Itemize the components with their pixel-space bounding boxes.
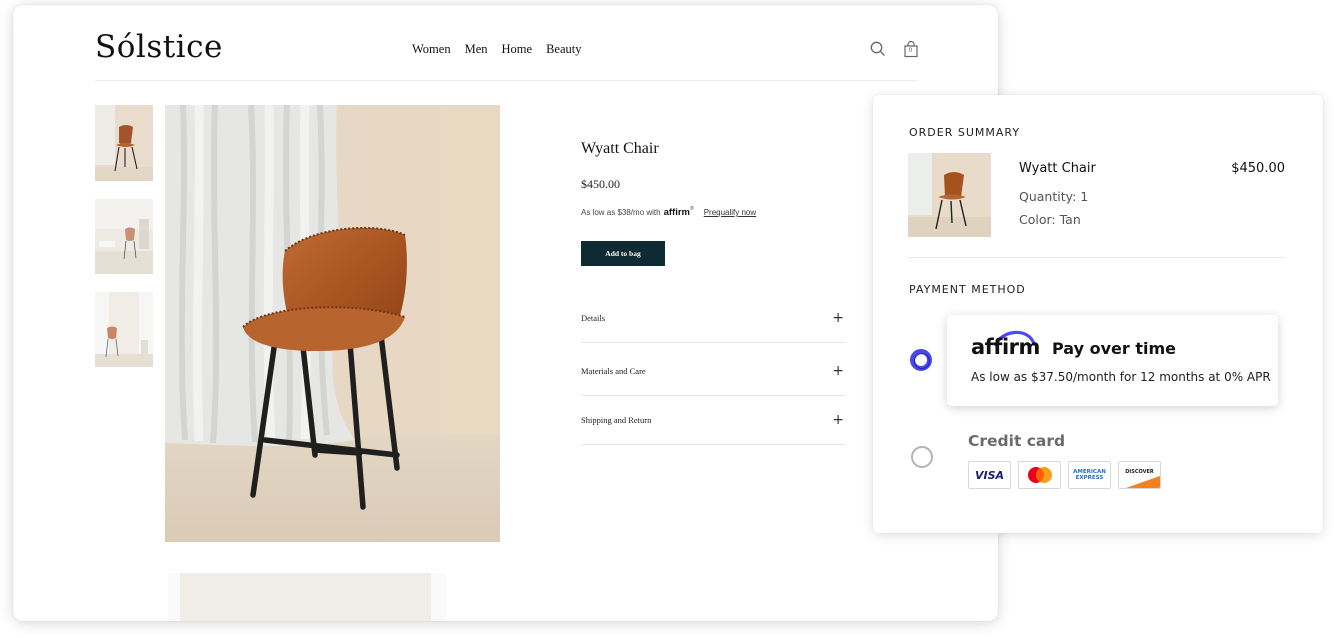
credit-card-radio[interactable]: [911, 446, 933, 468]
affirm-promo-text: As low as $38/mo with: [581, 208, 661, 217]
brand-logo[interactable]: Sólstice: [95, 29, 223, 65]
discover-card-icon: DISCOVER: [1118, 461, 1161, 489]
nav-item-beauty[interactable]: Beauty: [546, 42, 581, 57]
affirm-title: Pay over time: [1052, 339, 1176, 358]
order-item-price: $450.00: [1231, 161, 1285, 176]
nav-item-home[interactable]: Home: [502, 42, 533, 57]
mastercard-icon: [1018, 461, 1061, 489]
bag-count: 0: [908, 47, 913, 54]
main-nav: Women Men Home Beauty: [412, 42, 595, 57]
nav-item-women[interactable]: Women: [412, 42, 451, 57]
affirm-payment-option[interactable]: affirm Pay over time As low as $37.50/mo…: [947, 315, 1278, 406]
card-brands: VISA AMERICAN EXPRESS DISCOVER: [968, 461, 1161, 489]
affirm-logo-small: affirm: [663, 207, 690, 218]
plus-icon[interactable]: +: [832, 310, 846, 326]
discover-band-icon: [1126, 476, 1160, 488]
product-thumbnail-2[interactable]: [95, 199, 153, 274]
product-thumbnail-3[interactable]: [95, 292, 153, 367]
accordion-materials-and-care[interactable]: Materials and Care +: [581, 346, 846, 396]
accordion-details[interactable]: Details +: [581, 293, 846, 343]
plus-icon[interactable]: +: [832, 412, 846, 428]
accordion-label: Details: [581, 312, 606, 323]
product-main-image[interactable]: [165, 105, 500, 542]
order-item-color: Color: Tan: [1019, 212, 1081, 227]
affirm-logo: affirm: [971, 335, 1040, 359]
affirm-radio[interactable]: [910, 349, 932, 371]
product-price: $450.00: [581, 177, 620, 191]
prequalify-link[interactable]: Prequalify now: [704, 208, 756, 217]
affirm-description: As low as $37.50/month for 12 months at …: [971, 370, 1271, 384]
american-express-card-icon: AMERICAN EXPRESS: [1068, 461, 1111, 489]
visa-card-icon: VISA: [968, 461, 1011, 489]
nav-item-men[interactable]: Men: [465, 42, 488, 57]
product-thumbnail-1[interactable]: [95, 105, 153, 181]
product-image-secondary[interactable]: [168, 573, 446, 621]
shop-window: Sólstice Women Men Home Beauty 0 Wyatt C…: [13, 5, 998, 621]
payment-method-title: PAYMENT METHOD: [909, 283, 1026, 296]
add-to-bag-button[interactable]: Add to bag: [581, 241, 665, 266]
search-icon[interactable]: [869, 40, 887, 58]
accordion-label: Shipping and Return: [581, 414, 652, 425]
header-divider: [95, 80, 917, 81]
product-title: Wyatt Chair: [581, 140, 659, 157]
order-item-quantity: Quantity: 1: [1019, 189, 1089, 204]
order-summary-title: ORDER SUMMARY: [909, 126, 1021, 139]
plus-icon[interactable]: +: [832, 363, 846, 379]
accordion-shipping-and-return[interactable]: Shipping and Return +: [581, 395, 846, 445]
order-item-name: Wyatt Chair: [1019, 161, 1096, 176]
section-divider: [908, 257, 1286, 258]
shopping-bag-icon[interactable]: 0: [902, 40, 920, 58]
checkout-panel: ORDER SUMMARY Wyatt Chair $450.00 Quanti…: [873, 95, 1323, 533]
credit-card-label[interactable]: Credit card: [968, 432, 1065, 450]
order-item-image: [908, 153, 991, 237]
affirm-promo: As low as $38/mo with affirm ® Prequalif…: [581, 205, 757, 219]
accordion-label: Materials and Care: [581, 365, 646, 376]
